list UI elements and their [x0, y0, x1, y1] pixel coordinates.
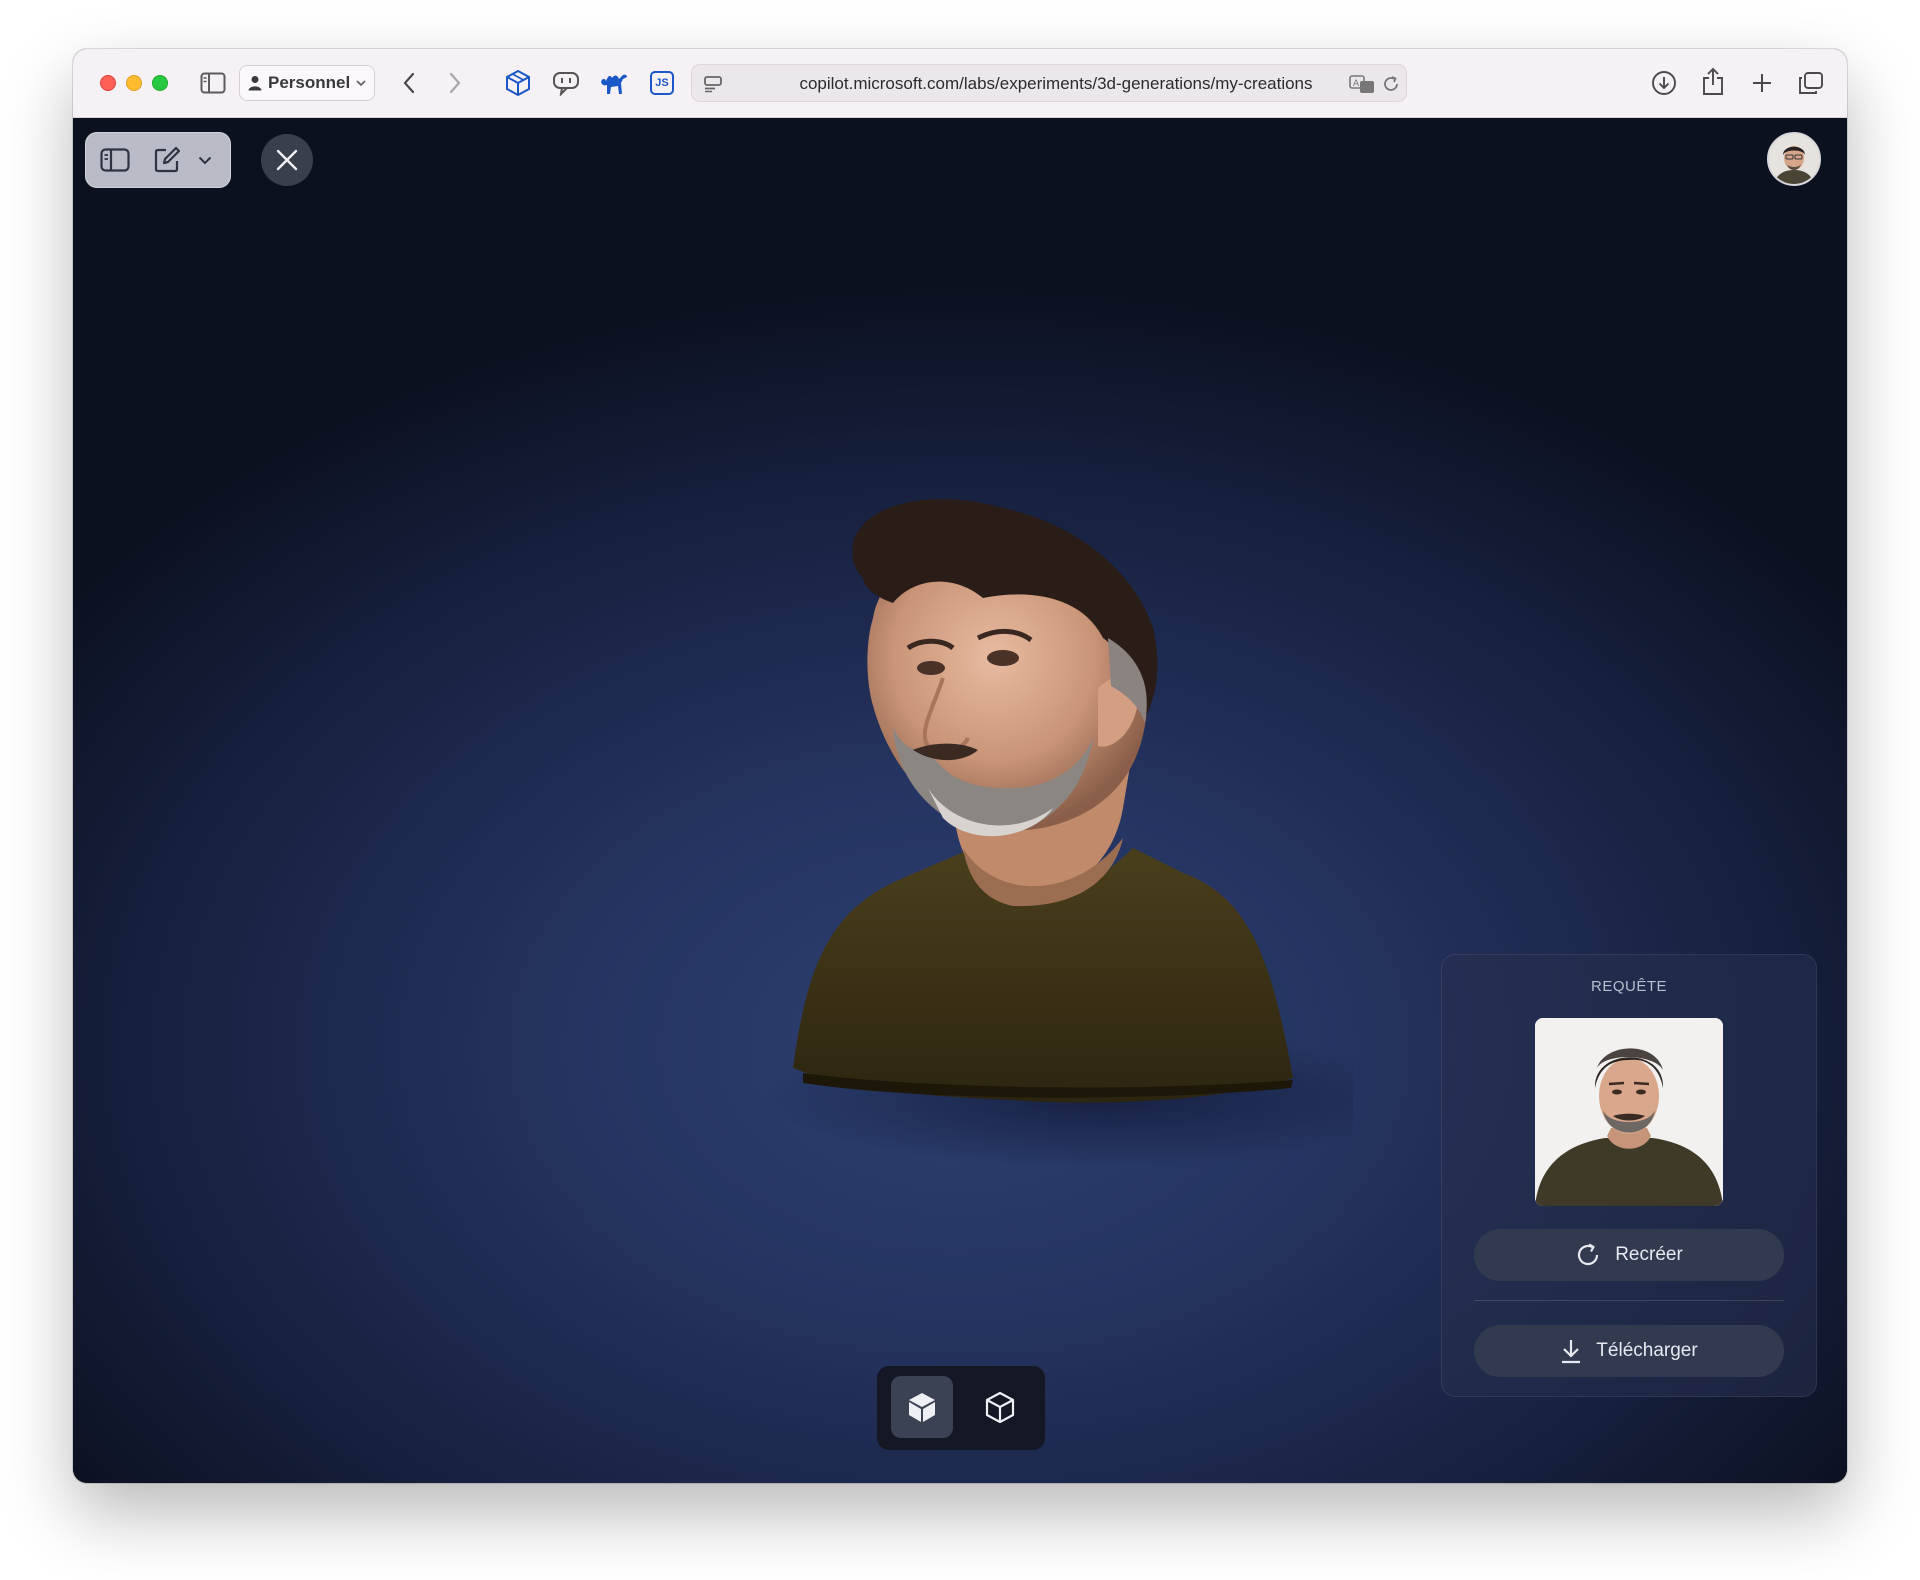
new-tab-icon[interactable] — [1746, 67, 1778, 99]
camel-extension-icon[interactable] — [598, 67, 630, 99]
download-label: Télécharger — [1596, 1340, 1698, 1361]
js-extension-label: JS — [650, 71, 674, 95]
url-text: copilot.microsoft.com/labs/experiments/3… — [799, 74, 1313, 93]
recreate-button[interactable]: Recréer — [1474, 1229, 1784, 1281]
close-icon — [276, 149, 298, 171]
browser-window: Personnel JS copilot.microsoft.com/labs/… — [73, 49, 1847, 1483]
3d-viewer[interactable]: REQUÊTE Recréer Télécharger — [73, 118, 1847, 1483]
js-extension-icon[interactable]: JS — [646, 67, 678, 99]
new-chat-icon[interactable] — [149, 132, 185, 188]
request-panel: REQUÊTE Recréer Télécharger — [1441, 954, 1817, 1397]
svg-text:A: A — [1353, 79, 1360, 89]
view-mode-switch — [877, 1366, 1045, 1450]
download-button[interactable]: Télécharger — [1474, 1325, 1784, 1377]
reload-icon[interactable] — [1379, 71, 1403, 97]
zoom-window-button[interactable] — [152, 75, 168, 91]
person-icon — [248, 75, 262, 91]
solid-cube-icon — [907, 1391, 937, 1423]
refresh-icon — [1575, 1242, 1601, 1268]
request-panel-title: REQUÊTE — [1590, 978, 1667, 995]
forward-icon[interactable] — [441, 69, 469, 97]
address-bar[interactable]: copilot.microsoft.com/labs/experiments/3… — [691, 64, 1407, 102]
close-window-button[interactable] — [100, 75, 116, 91]
browser-toolbar: Personnel JS copilot.microsoft.com/labs/… — [73, 49, 1847, 118]
sidebar-icon[interactable] — [199, 69, 227, 97]
recreate-label: Recréer — [1615, 1244, 1683, 1265]
download-icon — [1560, 1338, 1582, 1364]
left-controls-group — [85, 132, 231, 188]
back-icon[interactable] — [395, 69, 423, 97]
speech-extension-icon[interactable] — [550, 67, 582, 99]
panel-divider — [1474, 1300, 1784, 1301]
minimize-window-button[interactable] — [126, 75, 142, 91]
solid-view-button[interactable] — [891, 1376, 953, 1438]
profile-selector[interactable]: Personnel — [239, 65, 375, 101]
3d-bust-model[interactable] — [713, 488, 1353, 1208]
chevron-down-icon — [356, 79, 366, 87]
share-icon[interactable] — [1697, 65, 1729, 99]
translate-icon[interactable]: A — [1347, 71, 1377, 97]
chevron-down-icon[interactable] — [193, 132, 217, 188]
sidebar-toggle-icon[interactable] — [97, 132, 133, 188]
request-thumbnail[interactable] — [1535, 1018, 1723, 1206]
wireframe-view-button[interactable] — [969, 1376, 1031, 1438]
download-icon[interactable] — [1648, 67, 1680, 99]
page-menu-icon[interactable] — [700, 71, 726, 97]
3d-box-extension-icon[interactable] — [502, 67, 534, 99]
tabs-overview-icon[interactable] — [1795, 67, 1827, 99]
avatar[interactable] — [1767, 132, 1821, 186]
close-viewer-button[interactable] — [261, 134, 313, 186]
wireframe-cube-icon — [985, 1391, 1015, 1423]
profile-label: Personnel — [268, 73, 351, 92]
